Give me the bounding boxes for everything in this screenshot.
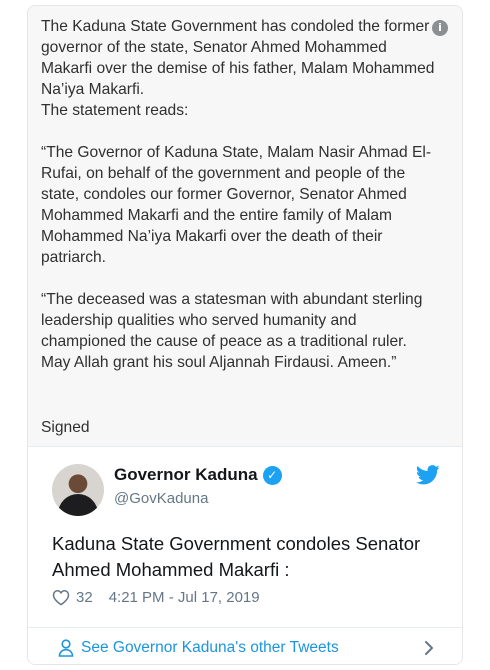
avatar-figure — [58, 494, 98, 516]
avatar[interactable] — [52, 464, 104, 516]
chevron-right-icon[interactable] — [424, 640, 434, 656]
embedded-card: i The Kaduna State Government has condol… — [27, 5, 463, 665]
see-more-label[interactable]: See Governor Kaduna's other Tweets — [81, 639, 339, 657]
signed-label: Signed — [41, 419, 90, 436]
verified-badge-icon: ✓ — [262, 465, 282, 485]
paragraph-quote-2: “The deceased was a statesman with abund… — [41, 291, 423, 371]
author-name[interactable]: Governor Kaduna — [114, 465, 258, 485]
heart-icon[interactable] — [52, 589, 70, 606]
person-icon — [58, 638, 74, 657]
paragraph-quote-1: “The Governor of Kaduna State, Malam Nas… — [41, 144, 432, 266]
like-count[interactable]: 32 — [76, 589, 93, 606]
tweet-text[interactable]: Kaduna State Government condoles Senator… — [52, 531, 447, 583]
paragraph-intro: The Kaduna State Government has condoled… — [41, 18, 435, 98]
twitter-bird-icon[interactable] — [416, 465, 440, 485]
article-text: The Kaduna State Government has condoled… — [41, 16, 436, 394]
tweet-timestamp[interactable]: 4:21 PM - Jul 17, 2019 — [109, 589, 260, 606]
tweet-card[interactable]: Governor Kaduna ✓ @GovKaduna Kaduna Stat… — [28, 446, 462, 664]
author-handle[interactable]: @GovKaduna — [114, 490, 208, 507]
tweet-meta: 32 4:21 PM - Jul 17, 2019 — [52, 589, 260, 606]
see-more-tweets-link[interactable]: See Governor Kaduna's other Tweets — [28, 627, 462, 664]
paragraph-statement-label: The statement reads: — [41, 102, 189, 119]
author-row[interactable]: Governor Kaduna ✓ — [114, 465, 282, 485]
